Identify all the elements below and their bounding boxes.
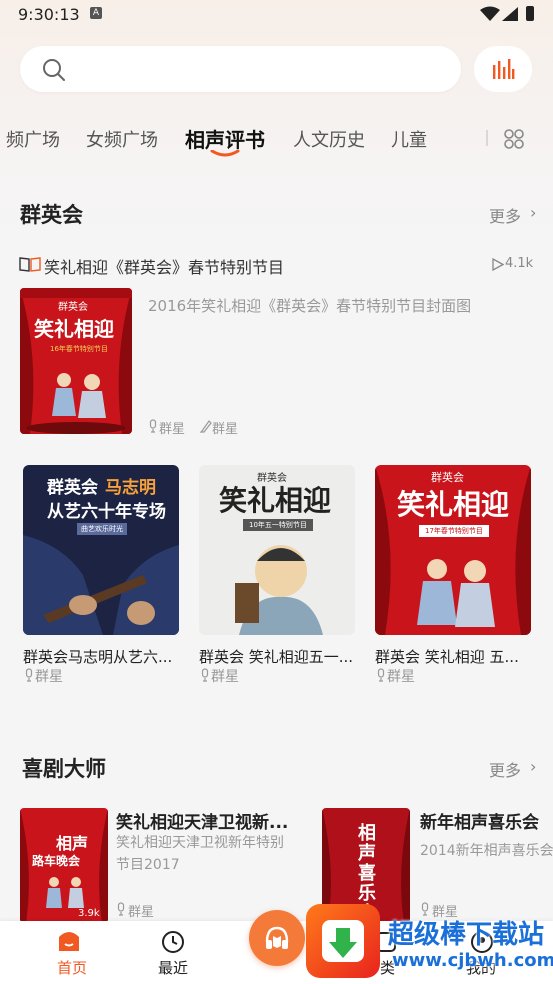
signal-icon <box>502 7 518 21</box>
pen-icon <box>200 420 212 433</box>
tab-divider <box>486 130 488 146</box>
clock-icon <box>162 931 184 953</box>
comedy-desc: 笑礼相迎天津卫视新年特别节目2017 <box>116 835 284 873</box>
chevron-right-icon: › <box>530 757 537 776</box>
watermark-brand: 超级棒下载站 <box>388 920 545 950</box>
comedy-cover-sub: 路车晚会 <box>32 854 81 868</box>
section1-more-link[interactable]: 更多 <box>489 203 521 227</box>
comedy-cover-main: 相声 <box>56 834 89 853</box>
audio-button[interactable] <box>474 46 532 92</box>
battery-icon <box>526 6 534 21</box>
status-time: 9:30:13 <box>18 5 80 24</box>
tab-pindao[interactable]: 频广场 <box>6 126 60 152</box>
card-anchor: 群星 <box>387 669 415 685</box>
card-anchor: 群星 <box>211 669 239 685</box>
comedy-desc: 2014新年相声喜乐会 <box>420 843 553 859</box>
mic-icon <box>117 902 125 916</box>
home-icon <box>59 932 79 951</box>
card-cover-line2: 从艺六十年专场 <box>47 502 166 522</box>
cover-main-text: 笑礼相迎 <box>34 317 114 341</box>
card-title[interactable]: 群英会马志明从艺六... <box>23 646 183 667</box>
comedy-cover-count: 3.9k <box>78 908 100 919</box>
feature-title[interactable]: 笑礼相迎《群英会》春节特别节目 <box>44 254 284 278</box>
headphones-book-icon <box>265 926 289 949</box>
feature-author: 群星 <box>212 422 239 437</box>
nav-home-label[interactable]: 首页 <box>57 957 87 978</box>
card-cover-image[interactable]: 群英会 马志明 从艺六十年专场 曲艺欢乐时光 <box>23 465 179 635</box>
card-cover-sub: 10年五一特别节目 <box>243 519 313 531</box>
status-bar: 9:30:13 A <box>0 0 553 30</box>
comedy-title[interactable]: 笑礼相迎天津卫视新... <box>116 808 288 833</box>
tab-history[interactable]: 人文历史 <box>293 126 365 152</box>
card-cover-sub: 17年春节特别节目 <box>419 525 489 537</box>
comedy-cover-image[interactable]: 相声 路车晚会 3.9k <box>20 808 108 923</box>
card-cover-line1: 群英会 <box>47 478 98 498</box>
card-title[interactable]: 群英会 笑礼相迎五一... <box>199 646 359 667</box>
book-icon <box>19 257 41 272</box>
active-tab-indicator <box>210 150 240 157</box>
card-cover-main: 笑礼相迎 <box>397 488 510 521</box>
watermark-url: www.cjbwh.com <box>392 950 553 971</box>
mic-icon <box>25 668 33 682</box>
play-count-icon <box>492 258 504 271</box>
card-cover-line1b: 马志明 <box>105 478 156 498</box>
chevron-right-icon: › <box>530 203 537 222</box>
tab-kids[interactable]: 儿童 <box>391 126 427 152</box>
comedy-title[interactable]: 新年相声喜乐会 <box>420 808 539 833</box>
card-title[interactable]: 群英会 笑礼相迎 五... <box>375 646 535 667</box>
card-cover-badge: 曲艺欢乐时光 <box>77 523 127 535</box>
mic-icon <box>149 419 157 433</box>
nav-recent[interactable] <box>161 930 185 958</box>
nav-recent-label[interactable]: 最近 <box>158 957 188 978</box>
watermark-logo <box>306 904 380 978</box>
category-grid-icon[interactable] <box>503 128 525 150</box>
player-button[interactable] <box>249 910 305 966</box>
comedy-anchor: 群星 <box>128 905 155 920</box>
section2-more-link[interactable]: 更多 <box>489 757 521 781</box>
tab-female[interactable]: 女频广场 <box>86 126 158 152</box>
search-icon <box>43 59 65 81</box>
card-cover-image[interactable]: 群英会 笑礼相迎 17年春节特别节目 <box>375 465 531 635</box>
play-count: 4.1k <box>505 256 534 271</box>
equalizer-icon <box>493 59 515 79</box>
feature-cover-image[interactable]: 群英会 笑礼相迎 16年春节特别节目 <box>20 288 132 434</box>
feature-description: 2016年笑礼相迎《群英会》春节特别节目封面图 <box>148 297 472 315</box>
tab-xiangsheng[interactable]: 相声评书 <box>185 124 265 153</box>
section-title-comedy: 喜剧大师 <box>22 757 106 781</box>
cover-sub-text: 16年春节特别节目 <box>50 345 108 353</box>
card-anchor: 群星 <box>35 669 63 685</box>
card-cover-main: 笑礼相迎 <box>219 484 332 517</box>
mic-icon <box>201 668 209 682</box>
sim-icon: A <box>90 7 102 19</box>
search-bar[interactable] <box>20 46 461 92</box>
mic-icon <box>377 668 385 682</box>
card-cover-image[interactable]: 群英会 笑礼相迎 10年五一特别节目 <box>199 465 355 635</box>
nav-home[interactable] <box>56 929 86 955</box>
cover-top-text: 群英会 <box>58 302 88 313</box>
section-title-qunyinghui: 群英会 <box>20 203 83 227</box>
category-tabs <box>0 118 553 158</box>
feature-anchor: 群星 <box>159 422 186 437</box>
download-arrow-icon <box>322 920 364 962</box>
wifi-icon <box>480 6 500 21</box>
